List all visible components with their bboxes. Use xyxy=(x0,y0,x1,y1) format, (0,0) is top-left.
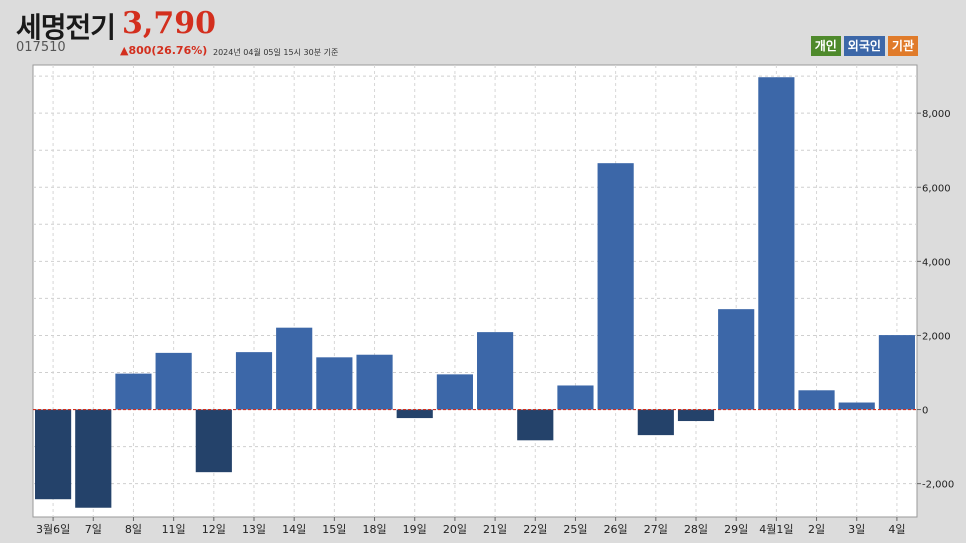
bar[interactable] xyxy=(436,374,473,410)
x-tick-label: 4월1일 xyxy=(759,522,793,536)
y-tick-label: 0 xyxy=(922,406,928,417)
x-axis-labels: 3월6일 7일 8일 11일 12일 13일 14일 15일 18일 19일 20일 21일 22일 25… xyxy=(36,517,905,536)
y-axis-labels: -2,000 0 2,000 4,000 6,000 8,000 xyxy=(917,109,954,491)
bar[interactable] xyxy=(758,77,795,410)
bar[interactable] xyxy=(637,409,674,436)
bar[interactable] xyxy=(517,409,554,441)
x-tick-label: 21일 xyxy=(483,522,507,536)
x-tick-label: 22일 xyxy=(523,522,547,536)
bar[interactable] xyxy=(155,352,192,410)
bar[interactable] xyxy=(115,373,152,410)
bar[interactable] xyxy=(798,390,835,410)
bar[interactable] xyxy=(235,352,273,410)
x-tick-label: 27일 xyxy=(644,522,668,536)
x-tick-label: 28일 xyxy=(684,522,708,536)
y-tick-label: -2,000 xyxy=(922,480,954,491)
x-tick-label: 8일 xyxy=(125,522,142,536)
y-tick-label: 4,000 xyxy=(922,257,951,268)
bar[interactable] xyxy=(195,409,232,473)
x-tick-label: 3일 xyxy=(848,522,865,536)
y-tick-label: 8,000 xyxy=(922,109,951,120)
x-tick-label: 18일 xyxy=(362,522,386,536)
y-tick-label: 6,000 xyxy=(922,183,951,194)
bar[interactable] xyxy=(718,309,755,410)
bar[interactable] xyxy=(316,357,353,410)
bar[interactable] xyxy=(276,327,313,410)
x-tick-label: 7일 xyxy=(85,522,102,536)
x-tick-label: 26일 xyxy=(604,522,628,536)
x-tick-label: 20일 xyxy=(443,522,467,536)
x-tick-label: 25일 xyxy=(563,522,587,536)
y-tick-label: 2,000 xyxy=(922,331,951,342)
bar-chart: 3월6일 7일 8일 11일 12일 13일 14일 15일 18일 19일 20일 21일 22일 25… xyxy=(32,64,954,536)
bar[interactable] xyxy=(557,385,594,410)
x-tick-label: 19일 xyxy=(403,522,427,536)
bar[interactable] xyxy=(838,402,875,410)
bar[interactable] xyxy=(35,409,72,500)
bar[interactable] xyxy=(75,409,112,508)
x-tick-label: 14일 xyxy=(282,522,306,536)
x-tick-label: 4일 xyxy=(888,522,905,536)
bar[interactable] xyxy=(396,409,433,419)
x-tick-label: 12일 xyxy=(202,522,226,536)
bar[interactable] xyxy=(356,354,393,410)
bar[interactable] xyxy=(878,335,915,410)
x-tick-label: 15일 xyxy=(322,522,346,536)
x-tick-label: 29일 xyxy=(724,522,748,536)
bar[interactable] xyxy=(597,163,634,410)
bar[interactable] xyxy=(677,409,715,422)
x-tick-label: 13일 xyxy=(242,522,266,536)
bar[interactable] xyxy=(477,332,514,410)
x-tick-label: 2일 xyxy=(808,522,825,536)
x-tick-label: 3월6일 xyxy=(36,522,70,536)
x-tick-label: 11일 xyxy=(162,522,186,536)
